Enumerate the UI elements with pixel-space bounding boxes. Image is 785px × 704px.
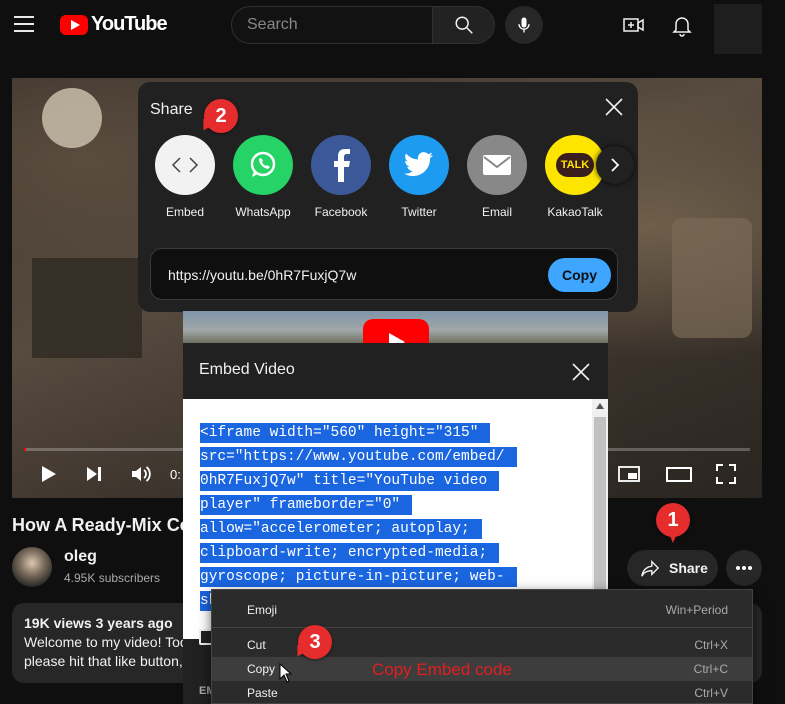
- step-badge-2: 2: [204, 99, 238, 133]
- more-actions-button[interactable]: [726, 550, 762, 586]
- theater-mode-button[interactable]: [666, 462, 692, 486]
- embed-video-preview: [183, 311, 608, 343]
- menu-item-label: Paste: [247, 686, 278, 700]
- menu-item-shortcut: Win+Period: [665, 603, 728, 617]
- skip-next-icon: [87, 467, 101, 481]
- miniplayer-icon: [618, 466, 640, 482]
- embed-dialog-title: Embed Video: [199, 361, 295, 378]
- fullscreen-icon: [716, 464, 736, 484]
- microphone-icon: [518, 17, 530, 33]
- kakaotalk-badge: TALK: [555, 153, 595, 177]
- play-icon: [42, 466, 56, 482]
- annotation-copy-embed-code: Copy Embed code: [372, 660, 512, 679]
- volume-icon: [132, 466, 151, 482]
- play-button[interactable]: [36, 462, 60, 486]
- menu-item-shortcut: Ctrl+V: [694, 686, 728, 700]
- embed-code-line: src="https://www.youtube.com/embed/: [200, 447, 517, 467]
- next-button[interactable]: [82, 462, 106, 486]
- share-next-button[interactable]: [596, 146, 634, 184]
- menu-icon[interactable]: [14, 16, 34, 34]
- time-display: 0:: [170, 467, 181, 482]
- embed-code-line: 0hR7FuxjQ7w" title="YouTube video: [200, 471, 500, 491]
- search-input[interactable]: [231, 6, 433, 44]
- email-icon: [467, 135, 527, 195]
- embed-close-button[interactable]: [570, 361, 592, 383]
- facebook-icon: [311, 135, 371, 195]
- share-option-facebook[interactable]: Facebook: [301, 135, 381, 219]
- youtube-play-icon: [363, 319, 429, 343]
- embed-code-line: player" frameborder="0": [200, 495, 413, 515]
- share-option-embed[interactable]: Embed: [145, 135, 225, 219]
- menu-item-label: Cut: [247, 638, 266, 652]
- menu-item-label: Emoji: [247, 603, 278, 617]
- share-option-label: KakaoTalk: [547, 205, 603, 219]
- video-frame-detail: [42, 88, 102, 148]
- top-bar: YouTube: [0, 0, 785, 54]
- voice-search-button[interactable]: [505, 6, 543, 44]
- close-icon: [572, 363, 590, 381]
- channel-name[interactable]: oleg: [64, 548, 97, 566]
- share-arrow-icon: [641, 559, 660, 577]
- menu-item-shortcut: Ctrl+X: [694, 638, 728, 652]
- subscriber-count: 4.95K subscribers: [64, 571, 161, 585]
- share-option-twitter[interactable]: Twitter: [379, 135, 459, 219]
- mouse-cursor-icon: [279, 663, 293, 683]
- embed-icon: [155, 135, 215, 195]
- share-button[interactable]: Share: [627, 550, 718, 586]
- context-menu-emoji[interactable]: Emoji Win+Period: [212, 598, 752, 622]
- share-option-label: Embed: [165, 205, 205, 219]
- embed-code-line: allow="accelerometer; autoplay;: [200, 519, 482, 539]
- share-option-label: WhatsApp: [235, 205, 291, 219]
- menu-item-shortcut: Ctrl+C: [693, 662, 728, 676]
- copy-link-button[interactable]: Copy: [548, 258, 611, 292]
- share-option-email[interactable]: Email: [457, 135, 537, 219]
- share-link-box: https://youtu.be/0hR7FuxjQ7w Copy: [150, 248, 618, 300]
- embed-code-line: gyroscope; picture-in-picture; web-: [200, 567, 517, 587]
- share-option-whatsapp[interactable]: WhatsApp: [223, 135, 303, 219]
- scroll-up-icon[interactable]: [596, 403, 604, 409]
- search-bar: [231, 6, 495, 44]
- step-badge-1: 1: [656, 503, 690, 543]
- video-camera-plus-icon: [623, 18, 644, 32]
- embed-code: <iframe width="560" height="315" src="ht…: [200, 421, 600, 613]
- youtube-logo[interactable]: YouTube: [60, 13, 168, 36]
- share-option-label: Twitter: [401, 205, 437, 219]
- search-button[interactable]: [433, 6, 495, 44]
- progress-fill: [24, 448, 26, 451]
- twitter-icon: [389, 135, 449, 195]
- video-title: How A Ready-Mix Co: [12, 515, 191, 535]
- video-frame-detail: [672, 218, 752, 338]
- share-link-text[interactable]: https://youtu.be/0hR7FuxjQ7w: [168, 267, 356, 283]
- embed-code-line: clipboard-write; encrypted-media;: [200, 543, 500, 563]
- menu-item-label: Copy: [247, 662, 276, 676]
- bell-icon: [672, 17, 692, 37]
- share-dialog-title: Share: [150, 101, 193, 118]
- embed-code-line: <iframe width="560" height="315": [200, 423, 491, 443]
- notifications-button[interactable]: [670, 13, 694, 37]
- close-icon: [605, 98, 623, 116]
- context-menu: Emoji Win+Period Cut Ctrl+X Copy Ctrl+C …: [211, 589, 753, 704]
- theater-mode-icon: [666, 467, 692, 482]
- fullscreen-button[interactable]: [714, 462, 738, 486]
- miniplayer-button[interactable]: [617, 462, 641, 486]
- youtube-play-icon: [60, 14, 88, 35]
- logo-text: YouTube: [91, 13, 168, 35]
- menu-divider: [212, 627, 752, 628]
- step-badge-3: 3: [298, 625, 332, 659]
- more-horizontal-icon: [736, 566, 752, 570]
- whatsapp-icon: [233, 135, 293, 195]
- share-close-button[interactable]: [603, 96, 625, 118]
- video-frame-detail: [32, 258, 142, 358]
- chevron-right-icon: [611, 158, 620, 172]
- share-option-label: Facebook: [314, 205, 368, 219]
- account-avatar[interactable]: [714, 4, 762, 54]
- context-menu-paste[interactable]: Paste Ctrl+V: [212, 681, 752, 704]
- share-option-label: Email: [481, 205, 512, 219]
- volume-button[interactable]: [129, 462, 153, 486]
- channel-avatar[interactable]: [12, 547, 52, 587]
- create-video-button[interactable]: [622, 13, 646, 37]
- scrollbar-thumb[interactable]: [594, 417, 606, 597]
- search-icon: [454, 16, 473, 34]
- share-button-label: Share: [669, 560, 708, 576]
